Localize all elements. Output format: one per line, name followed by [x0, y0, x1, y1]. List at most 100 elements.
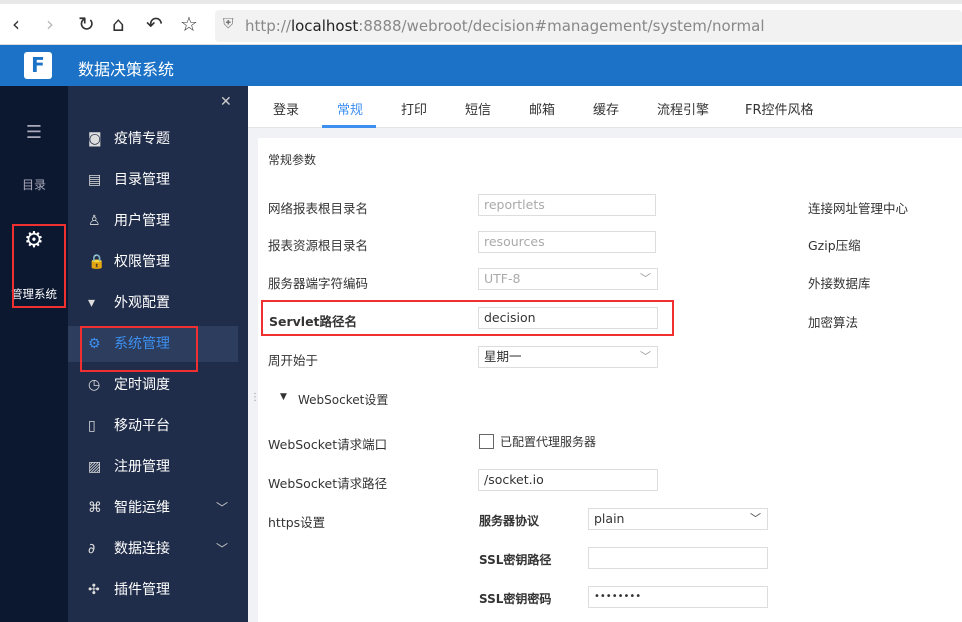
sidebar-item-icon: ▤	[88, 172, 102, 188]
icon-rail: ☰ 目录 ⚙ 管理系统	[0, 86, 68, 622]
settings-card: 常规参数 网络报表根目录名 reportlets 报表资源根目录名 resour…	[258, 138, 962, 622]
ws-path-label: WebSocket请求路径	[268, 476, 388, 491]
sidebar-item[interactable]: ✣ 插件管理	[68, 572, 248, 608]
sidebar-item-icon: ✣	[88, 582, 100, 598]
right-label-external-db: 外接数据库	[808, 276, 871, 291]
sidebar-item-label: 定时调度	[114, 377, 170, 393]
tab-sms[interactable]: 短信	[465, 99, 491, 118]
sidebar: ✕ ◙ 疫情专题 ▤ 目录管理 ♙ 用户管理 🔒 权限管理 ▾ 外观配置 ⚙ 系统管理 ◷ 定时调度 ▯ 移动…	[68, 86, 248, 622]
report-root-label: 网络报表根目录名	[268, 201, 369, 216]
ssl-path-input[interactable]	[588, 547, 768, 569]
encoding-select[interactable]: UTF-8 ﹀	[478, 268, 658, 290]
list-icon[interactable]: ☰	[0, 122, 68, 143]
url-host: localhost	[290, 17, 359, 35]
tab-general[interactable]: 常规	[337, 99, 363, 118]
res-root-label: 报表资源根目录名	[268, 238, 369, 253]
tab-bar: 登录 常规 打印 短信 邮箱 缓存 流程引擎 FR控件风格	[248, 86, 962, 128]
star-icon[interactable]: ☆	[180, 12, 198, 36]
sidebar-item-icon: ▾	[88, 295, 96, 311]
sidebar-item-label: 外观配置	[114, 295, 170, 311]
report-root-input[interactable]: reportlets	[478, 194, 656, 216]
sidebar-item[interactable]: ◷ 定时调度	[68, 367, 248, 403]
section-title: 常规参数	[268, 153, 317, 167]
rail-catalog[interactable]: 目录	[0, 176, 68, 193]
sidebar-item-icon: 🔒	[88, 254, 106, 270]
caret-down-icon[interactable]: ▼	[280, 392, 287, 402]
ws-port-label: WebSocket请求端口	[268, 437, 388, 452]
res-root-input[interactable]: resources	[478, 231, 656, 253]
main-panel: 登录 常规 打印 短信 邮箱 缓存 流程引擎 FR控件风格 常规参数 网络报表根…	[248, 86, 962, 622]
servlet-input[interactable]: decision	[478, 307, 658, 329]
ssl-path-label: SSL密钥路径	[479, 553, 552, 567]
right-label-encryption: 加密算法	[808, 315, 859, 330]
sidebar-item-label: 数据连接	[114, 541, 170, 557]
sidebar-item[interactable]: ⌘ 智能运维 ﹀	[68, 490, 248, 526]
back-icon[interactable]: ‹	[12, 12, 20, 36]
protocol-select[interactable]: plain ﹀	[588, 508, 768, 530]
forward-icon[interactable]: ›	[46, 12, 54, 36]
chevron-down-icon: ﹀	[640, 350, 651, 363]
sidebar-item-label: 疫情专题	[114, 131, 170, 147]
shield-icon: ⛨	[223, 16, 234, 32]
sidebar-item[interactable]: ▯ 移动平台	[68, 408, 248, 444]
url-rest: :8888/webroot/decision#management/system…	[358, 17, 765, 35]
sidebar-item-icon: ◙	[88, 131, 102, 147]
chevron-down-icon[interactable]: ﹀	[216, 531, 228, 567]
sidebar-item-label: 目录管理	[114, 172, 170, 188]
week-start-select[interactable]: 星期一 ﹀	[478, 346, 658, 368]
chevron-down-icon: ﹀	[640, 272, 651, 285]
ssl-password-label: SSL密钥密码	[479, 592, 552, 606]
sidebar-item-icon: ▯	[88, 418, 96, 434]
ws-path-input[interactable]: /socket.io	[478, 469, 658, 491]
undo-icon[interactable]: ↶	[146, 12, 163, 36]
address-bar[interactable]: ⛨ http://localhost:8888/webroot/decision…	[215, 10, 962, 42]
tab-login[interactable]: 登录	[273, 99, 299, 118]
https-label: https设置	[268, 515, 326, 530]
sidebar-item-label: 注册管理	[114, 459, 170, 475]
ssl-password-input[interactable]: ••••••••	[588, 586, 768, 608]
sidebar-item[interactable]: ◙ 疫情专题	[68, 121, 248, 157]
sidebar-item-label: 用户管理	[114, 213, 170, 229]
sidebar-item-icon: ♙	[88, 213, 101, 229]
sidebar-item-label: 移动平台	[114, 418, 170, 434]
tab-workflow[interactable]: 流程引擎	[657, 99, 709, 118]
tab-fr-widget-style[interactable]: FR控件风格	[745, 99, 814, 118]
browser-toolbar: ‹ › ↻ ⌂ ↶ ☆ ⛨ http://localhost:8888/webr…	[0, 0, 962, 45]
proxy-checkbox[interactable]	[479, 434, 494, 449]
proxy-checkbox-label[interactable]: 已配置代理服务器	[500, 433, 596, 450]
sidebar-item[interactable]: ▨ 注册管理	[68, 449, 248, 485]
pin-icon[interactable]: ✕	[220, 94, 232, 110]
sidebar-item-label: 权限管理	[114, 254, 170, 270]
url-text: http://localhost:8888/webroot/decision#m…	[245, 17, 765, 35]
week-start-value: 星期一	[484, 349, 522, 364]
resize-handle[interactable]: ⋮	[250, 392, 260, 403]
sidebar-item[interactable]: 🔒 权限管理	[68, 244, 248, 280]
chevron-down-icon[interactable]: ﹀	[216, 490, 228, 526]
sidebar-item-label: 插件管理	[114, 582, 170, 598]
sidebar-item[interactable]: ♙ 用户管理	[68, 203, 248, 239]
sidebar-item-icon: ⌘	[88, 500, 102, 516]
sidebar-item[interactable]: ▾ 外观配置	[68, 285, 248, 321]
right-label-url-center: 连接网址管理中心	[808, 201, 909, 216]
sidebar-item[interactable]: ▤ 目录管理	[68, 162, 248, 198]
tab-cache[interactable]: 缓存	[593, 99, 619, 118]
encoding-label: 服务器端字符编码	[268, 276, 369, 291]
tab-email[interactable]: 邮箱	[529, 99, 555, 118]
highlight-box	[80, 326, 198, 372]
encoding-value: UTF-8	[484, 271, 521, 286]
week-start-label: 周开始于	[268, 353, 319, 368]
reload-icon[interactable]: ↻	[78, 12, 95, 36]
servlet-label: Servlet路径名	[269, 314, 358, 329]
url-prefix: http://	[245, 17, 291, 35]
sidebar-item-icon: ∂	[88, 541, 96, 557]
tab-print[interactable]: 打印	[401, 99, 427, 118]
right-label-gzip: Gzip压缩	[808, 238, 861, 253]
websocket-section[interactable]: WebSocket设置	[298, 391, 388, 408]
sidebar-item-icon: ◷	[88, 377, 101, 393]
logo: F	[24, 52, 52, 79]
chevron-down-icon: ﹀	[750, 512, 761, 525]
home-icon[interactable]: ⌂	[112, 12, 125, 36]
sidebar-item[interactable]: ∂ 数据连接 ﹀	[68, 531, 248, 567]
sidebar-item-label: 智能运维	[114, 500, 170, 516]
highlight-box	[12, 224, 66, 308]
